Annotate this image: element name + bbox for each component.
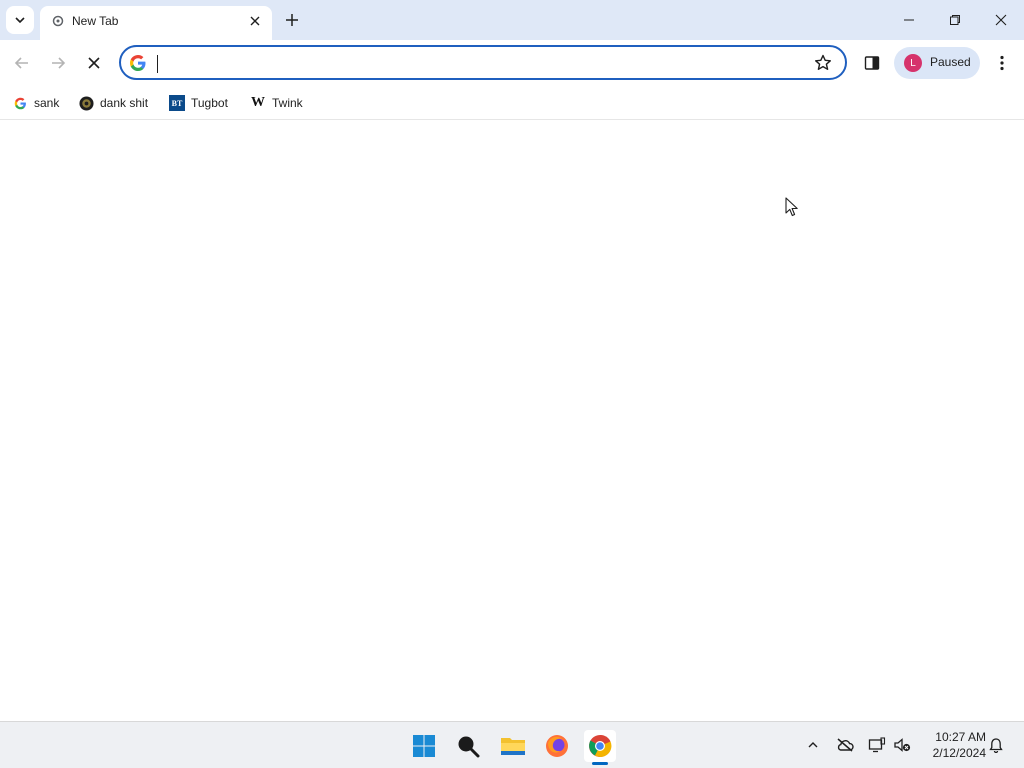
tab-close-button[interactable] [246, 12, 264, 30]
clock-date: 2/12/2024 [932, 746, 986, 760]
system-clock[interactable]: 10:27 AM 2/12/2024 [918, 729, 986, 761]
cloud-offline-icon[interactable] [835, 735, 855, 755]
bookmark-dank-shit[interactable]: dank shit [78, 92, 148, 114]
close-icon [995, 14, 1007, 26]
network-icon[interactable] [867, 735, 887, 755]
more-vertical-icon [1000, 55, 1004, 71]
arrow-right-icon [52, 57, 66, 69]
tab-title: New Tab [72, 14, 119, 28]
taskbar: 10:27 AM 2/12/2024 [0, 721, 1024, 768]
chevron-up-icon[interactable] [803, 735, 823, 755]
restore-button[interactable] [932, 0, 978, 40]
google-icon [130, 55, 146, 71]
bookmark-label: sank [34, 96, 60, 110]
clock-time: 10:27 AM [935, 730, 986, 744]
mouse-cursor-icon [785, 197, 798, 217]
google-icon [12, 95, 28, 111]
bookmark-tugbot[interactable]: BT Tugbot [169, 92, 228, 114]
chevron-down-icon [15, 17, 25, 24]
minimize-button[interactable] [886, 0, 932, 40]
back-button[interactable] [8, 49, 36, 77]
bookmark-twink[interactable]: W Twink [250, 92, 303, 114]
firefox-icon[interactable] [541, 730, 573, 762]
chrome-menu-button[interactable] [990, 51, 1014, 75]
side-panel-button[interactable] [860, 51, 884, 75]
text-caret [157, 55, 158, 73]
close-icon [88, 57, 100, 69]
tab-new-tab[interactable]: New Tab [40, 6, 272, 40]
active-app-indicator [592, 762, 608, 765]
bookmark-label: dank shit [100, 96, 149, 110]
file-explorer-icon[interactable] [497, 730, 529, 762]
notification-bell-icon[interactable] [986, 735, 1006, 755]
profile-status-label: Paused [930, 55, 971, 69]
bookmark-label: Twink [272, 96, 303, 110]
tab-search-button[interactable] [6, 6, 34, 34]
restore-icon [950, 15, 960, 25]
minimize-icon [904, 19, 914, 21]
avatar: L [904, 54, 922, 72]
close-window-button[interactable] [978, 0, 1024, 40]
windows-start-icon[interactable] [408, 730, 440, 762]
w-icon: W [251, 95, 265, 110]
toolbar: L Paused [0, 40, 1024, 86]
new-tab-button[interactable] [280, 8, 304, 32]
bookmark-star-icon[interactable] [813, 53, 833, 73]
bookmarks-bar: sank dank shit BT Tugbot W Twink [0, 86, 1024, 120]
bookmark-label: Tugbot [191, 96, 228, 110]
chrome-icon[interactable] [584, 730, 616, 762]
side-panel-icon [864, 56, 880, 70]
address-bar[interactable] [119, 45, 847, 80]
loading-icon [52, 15, 64, 27]
stop-loading-button[interactable] [80, 49, 108, 77]
tab-strip: New Tab [0, 0, 1024, 40]
address-input[interactable] [155, 52, 805, 74]
browser-window: New Tab L Paused sank dank shit BT Tugbo… [0, 0, 1024, 721]
search-icon[interactable] [452, 730, 484, 762]
bt-icon: BT [169, 95, 185, 111]
arrow-left-icon [14, 57, 28, 69]
forward-button[interactable] [44, 49, 72, 77]
close-icon [250, 16, 260, 26]
profile-button[interactable]: L Paused [894, 47, 980, 79]
bookmark-sank[interactable]: sank [12, 92, 59, 114]
plus-icon [286, 14, 298, 26]
site-icon [78, 95, 94, 111]
volume-muted-icon[interactable] [892, 735, 912, 755]
page-content [0, 121, 1024, 721]
